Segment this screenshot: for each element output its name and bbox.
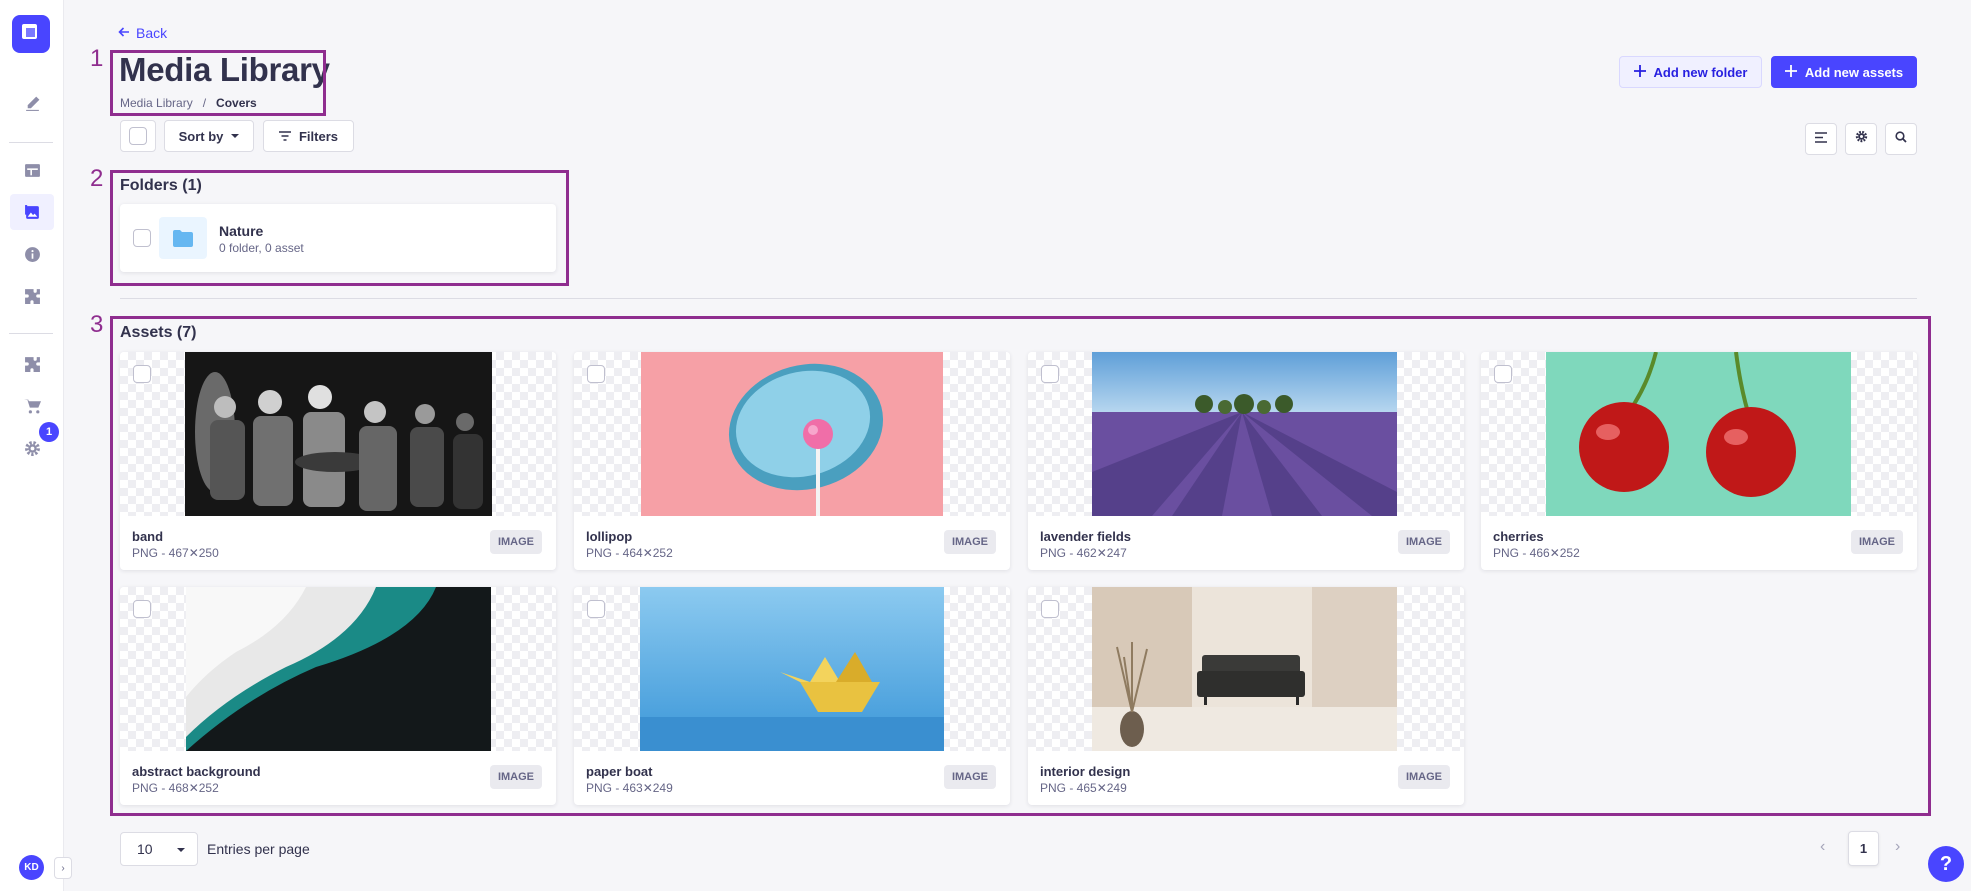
asset-type-badge: IMAGE (1850, 530, 1903, 554)
page-size-select[interactable]: 10 (120, 832, 198, 866)
page-size-value: 10 (137, 841, 153, 857)
plus-icon (1784, 64, 1797, 80)
add-new-folder-button[interactable]: Add new folder (1619, 56, 1762, 88)
add-folder-label: Add new folder (1653, 64, 1748, 80)
paper-boat-image (640, 587, 944, 751)
asset-card[interactable]: cherries PNG - 466✕252 IMAGE (1481, 352, 1917, 570)
asset-card[interactable]: interior design PNG - 465✕249 IMAGE (1028, 587, 1464, 805)
back-label: Back (136, 25, 168, 41)
info-icon[interactable] (10, 236, 54, 272)
asset-checkbox[interactable] (1041, 600, 1059, 618)
caret-down-icon (231, 134, 240, 138)
cart-icon[interactable] (10, 388, 54, 424)
media-library-icon[interactable] (10, 194, 54, 230)
page-1-button[interactable]: 1 (1848, 831, 1879, 866)
filters-button[interactable]: Filters (263, 120, 354, 152)
band-image (185, 352, 492, 516)
configure-view-button[interactable] (1845, 123, 1877, 155)
asset-type-badge: IMAGE (489, 530, 542, 554)
folder-name: Nature (219, 223, 264, 239)
asset-name: band (132, 529, 164, 544)
content-manager-icon[interactable] (10, 85, 54, 121)
asset-type-badge: IMAGE (943, 530, 996, 554)
filter-icon (278, 129, 291, 144)
avatar[interactable]: KD (19, 855, 44, 880)
filters-label: Filters (298, 128, 338, 144)
asset-card[interactable]: lollipop PNG - 464✕252 IMAGE (574, 352, 1010, 570)
asset-checkbox[interactable] (1041, 365, 1059, 383)
search-button[interactable] (1885, 123, 1917, 155)
arrow-left-icon (118, 25, 130, 41)
asset-name: abstract background (132, 764, 261, 779)
asset-name: cherries (1493, 529, 1544, 544)
folder-checkbox[interactable] (133, 229, 151, 247)
entries-per-page-label: Entries per page (207, 841, 310, 857)
abstract-image (186, 587, 491, 751)
content-type-builder-icon[interactable] (10, 152, 54, 188)
annotation-number-2: 2 (90, 165, 104, 192)
annotation-number-3: 3 (90, 311, 104, 338)
expand-nav-icon[interactable]: › (54, 857, 72, 879)
asset-checkbox[interactable] (587, 600, 605, 618)
marketplace-icon[interactable] (10, 346, 54, 382)
asset-type-badge: IMAGE (1397, 765, 1450, 789)
asset-name: interior design (1040, 764, 1131, 779)
asset-name: lollipop (586, 529, 633, 544)
annotation-box-header (110, 50, 326, 116)
asset-checkbox[interactable] (1494, 365, 1512, 383)
help-button[interactable]: ? (1928, 846, 1964, 882)
asset-meta: PNG - 464✕252 (586, 546, 673, 560)
folder-card[interactable]: Nature 0 folder, 0 asset (120, 204, 556, 272)
nav-divider (9, 333, 53, 334)
previous-page-icon[interactable]: ‹ (1820, 838, 1825, 856)
sort-by-button[interactable]: Sort by (164, 120, 254, 152)
settings-badge: 1 (39, 422, 59, 442)
asset-card[interactable]: abstract background PNG - 468✕252 IMAGE (120, 587, 556, 805)
assets-heading: Assets (7) (120, 324, 197, 341)
caret-down-icon (177, 848, 185, 852)
asset-meta: PNG - 463✕249 (586, 781, 673, 795)
section-divider (120, 298, 1917, 299)
add-new-assets-button[interactable]: Add new assets (1771, 56, 1917, 88)
list-view-icon (1815, 130, 1827, 148)
lavender-image (1092, 352, 1397, 516)
checkbox[interactable] (129, 127, 147, 145)
asset-card[interactable]: paper boat PNG - 463✕249 IMAGE (574, 587, 1010, 805)
gear-icon (1855, 130, 1868, 148)
cherries-image (1546, 352, 1851, 516)
asset-meta: PNG - 467✕250 (132, 546, 219, 560)
annotation-number-1: 1 (90, 45, 104, 72)
plugin-icon[interactable] (10, 278, 54, 314)
asset-type-badge: IMAGE (489, 765, 542, 789)
folder-meta: 0 folder, 0 asset (219, 241, 304, 255)
asset-meta: PNG - 468✕252 (132, 781, 219, 795)
next-page-icon[interactable]: › (1895, 838, 1900, 856)
interior-image (1092, 587, 1397, 751)
app-logo[interactable] (12, 15, 50, 53)
sort-label: Sort by (178, 128, 224, 144)
asset-meta: PNG - 462✕247 (1040, 546, 1127, 560)
asset-card[interactable]: band PNG - 467✕250 IMAGE (120, 352, 556, 570)
asset-checkbox[interactable] (133, 600, 151, 618)
select-all-checkbox[interactable] (120, 120, 156, 152)
asset-meta: PNG - 466✕252 (1493, 546, 1580, 560)
plus-icon (1633, 64, 1646, 80)
asset-checkbox[interactable] (133, 365, 151, 383)
lollipop-image (641, 352, 943, 516)
asset-checkbox[interactable] (587, 365, 605, 383)
asset-name: paper boat (586, 764, 653, 779)
back-link[interactable]: Back (118, 25, 167, 41)
main-nav: 1 KD › (0, 0, 72, 891)
asset-type-badge: IMAGE (943, 765, 996, 789)
nav-divider (9, 142, 53, 143)
add-assets-label: Add new assets (1804, 64, 1904, 80)
folders-heading: Folders (1) (120, 177, 202, 194)
folder-icon (159, 217, 207, 259)
asset-meta: PNG - 465✕249 (1040, 781, 1127, 795)
asset-name: lavender fields (1040, 529, 1132, 544)
asset-type-badge: IMAGE (1397, 530, 1450, 554)
search-icon (1895, 130, 1907, 148)
list-view-button[interactable] (1805, 123, 1837, 155)
asset-card[interactable]: lavender fields PNG - 462✕247 IMAGE (1028, 352, 1464, 570)
